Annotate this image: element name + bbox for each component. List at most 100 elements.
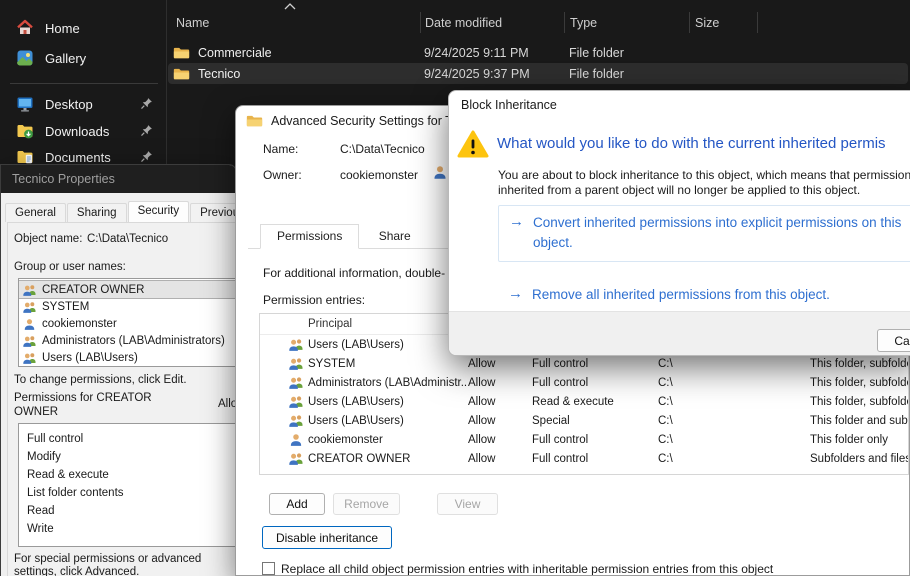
sidebar-item-downloads[interactable]: Downloads (6, 118, 162, 144)
main-instruction-text: What would you like to do with the curre… (497, 135, 886, 152)
sort-ascending-icon (284, 3, 296, 10)
entry-principal: SYSTEM (308, 358, 468, 370)
group-user-listbox: CREATOR OWNER SYSTEM cookiemonster Admin… (18, 278, 237, 367)
column-divider[interactable] (757, 12, 758, 33)
permissions-listbox: Full control Modify Read & execute List … (18, 423, 237, 547)
permission-item-read[interactable]: Read (19, 502, 237, 520)
cancel-button[interactable]: Cancel (877, 329, 910, 352)
entry-access: Full control (532, 377, 658, 389)
sidebar-item-desktop[interactable]: Desktop (6, 91, 162, 117)
file-row-commerciale[interactable]: Commerciale 9/24/2025 9:11 PM File folde… (168, 42, 908, 63)
group-icon (288, 395, 304, 408)
entry-inherited-from: C:\ (658, 377, 810, 389)
entry-inherited-from: C:\ (658, 358, 810, 370)
file-type: File folder (569, 46, 694, 60)
group-item-label: SYSTEM (42, 301, 89, 313)
permission-label: Write (27, 523, 54, 535)
group-item-label: Administrators (LAB\Administrators) (42, 335, 225, 347)
permissions-for-label: Permissions for CREATOR OWNER (14, 392, 168, 419)
dialog-title: Advanced Security Settings for Te (271, 114, 458, 128)
entry-access: Full control (532, 453, 658, 465)
column-header-name[interactable]: Name (176, 16, 209, 30)
entry-principal: Administrators (LAB\Administr... (308, 377, 468, 389)
permission-item-list-folder-contents[interactable]: List folder contents (19, 484, 237, 502)
column-divider[interactable] (420, 12, 421, 33)
sidebar-item-home[interactable]: Home (6, 15, 162, 41)
column-header-type[interactable]: Type (570, 16, 597, 30)
column-divider[interactable] (689, 12, 690, 33)
home-icon (16, 19, 34, 37)
arrow-right-icon: → (509, 213, 524, 230)
permission-entry-row[interactable]: CREATOR OWNER Allow Full control C:\ Sub… (260, 449, 908, 468)
permission-label: Modify (27, 451, 61, 463)
object-name-value: C:\Data\Tecnico (87, 233, 168, 245)
permission-entry-row[interactable]: SYSTEM Allow Full control C:\ This folde… (260, 354, 908, 373)
entry-principal: CREATOR OWNER (308, 453, 468, 465)
column-header-size[interactable]: Size (695, 16, 719, 30)
entry-applies-to: This folder, subfolde... (810, 377, 909, 389)
dialog-footer: Cancel (449, 311, 910, 356)
sidebar-item-label: Desktop (45, 97, 93, 112)
desktop-screen: Home Gallery Desktop Downloads Documents… (0, 0, 910, 576)
entry-applies-to: This folder, subfolde... (810, 358, 909, 370)
permission-entry-row[interactable]: Users (LAB\Users) Allow Special C:\ This… (260, 411, 908, 430)
tab-share[interactable]: Share (363, 225, 427, 248)
permission-item-modify[interactable]: Modify (19, 448, 237, 466)
desktop-icon (16, 95, 34, 113)
sidebar-item-gallery[interactable]: Gallery (6, 45, 162, 71)
entry-access: Full control (532, 434, 658, 446)
tab-sharing[interactable]: Sharing (67, 203, 127, 222)
convert-permissions-command-link[interactable]: → Convert inherited permissions into exp… (498, 205, 910, 262)
permission-entry-row[interactable]: Administrators (LAB\Administr... Allow F… (260, 373, 908, 392)
remove-permissions-command-link[interactable]: → Remove all inherited permissions from … (498, 281, 910, 307)
replace-permissions-checkbox[interactable] (262, 562, 275, 575)
tab-general[interactable]: General (5, 203, 66, 222)
warning-icon (457, 129, 489, 159)
entry-type: Allow (468, 377, 532, 389)
add-button[interactable]: Add (269, 493, 325, 515)
group-item-creator-owner[interactable]: CREATOR OWNER (19, 281, 237, 298)
principal-column-header[interactable]: Principal (308, 318, 468, 330)
column-divider[interactable] (564, 12, 565, 33)
tab-permissions[interactable]: Permissions (260, 224, 359, 249)
disable-inheritance-button[interactable]: Disable inheritance (262, 526, 392, 549)
group-item-users[interactable]: Users (LAB\Users) (19, 349, 237, 366)
file-type: File folder (569, 67, 694, 81)
group-icon (22, 335, 37, 347)
group-icon (288, 376, 304, 389)
name-value: C:\Data\Tecnico (340, 142, 425, 156)
file-date-modified: 9/24/2025 9:11 PM (424, 46, 569, 60)
permission-item-read-execute[interactable]: Read & execute (19, 466, 237, 484)
group-item-system[interactable]: SYSTEM (19, 298, 237, 315)
body-text-line-2: inherited from a parent object will no l… (498, 183, 860, 197)
group-or-user-names-label: Group or user names: (14, 261, 126, 273)
permission-entry-row[interactable]: cookiemonster Allow Full control C:\ Thi… (260, 430, 908, 449)
permission-entry-row[interactable]: Users (LAB\Users) Allow Read & execute C… (260, 392, 908, 411)
view-button[interactable]: View (437, 493, 498, 515)
permission-item-full-control[interactable]: Full control (19, 430, 237, 448)
permission-item-write[interactable]: Write (19, 520, 237, 538)
column-header-date-modified[interactable]: Date modified (425, 16, 502, 30)
entry-principal: Users (LAB\Users) (308, 339, 468, 351)
entry-inherited-from: C:\ (658, 415, 810, 427)
tab-security[interactable]: Security (128, 201, 190, 222)
entry-principal: Users (LAB\Users) (308, 396, 468, 408)
entry-applies-to: This folder only (810, 434, 908, 446)
gallery-icon (16, 49, 34, 67)
pin-icon (140, 124, 153, 137)
file-row-tecnico[interactable]: Tecnico 9/24/2025 9:37 PM File folder (168, 63, 908, 84)
object-name-label: Object name: (14, 233, 82, 245)
group-item-cookiemonster[interactable]: cookiemonster (19, 315, 237, 332)
permission-label: List folder contents (27, 487, 124, 499)
convert-permissions-label: Convert inherited permissions into expli… (533, 213, 910, 253)
entry-access: Full control (532, 358, 658, 370)
pin-icon (140, 150, 153, 163)
group-item-administrators[interactable]: Administrators (LAB\Administrators) (19, 332, 237, 349)
entry-inherited-from: C:\ (658, 434, 810, 446)
owner-label: Owner: (263, 168, 302, 182)
entry-type: Allow (468, 453, 532, 465)
owner-user-icon (432, 165, 448, 179)
body-text-line-1: You are about to block inheritance to th… (498, 168, 910, 182)
tab-previous-versions[interactable]: Previous Versions (190, 203, 237, 222)
remove-button[interactable]: Remove (333, 493, 400, 515)
